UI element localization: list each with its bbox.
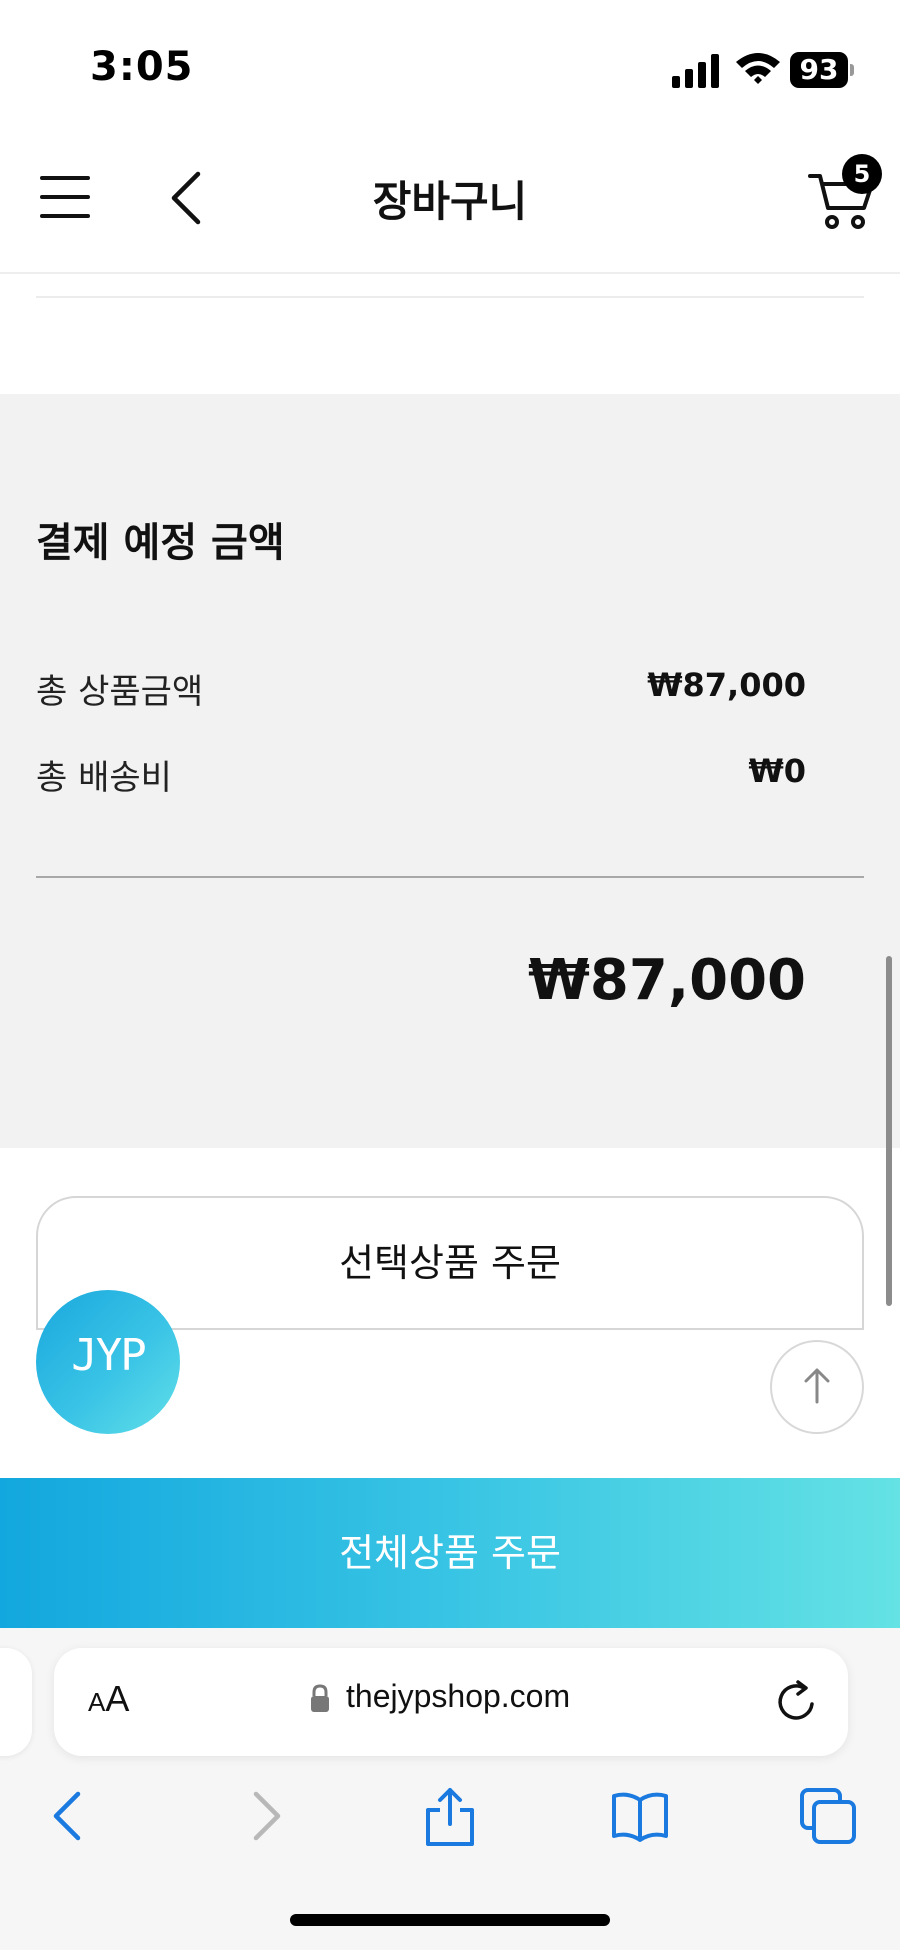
battery-tip: [850, 64, 854, 76]
reload-icon[interactable]: [774, 1678, 820, 1724]
wifi-icon: [736, 53, 780, 84]
previous-tab-peek[interactable]: [0, 1648, 32, 1756]
lock-icon: [311, 1684, 329, 1712]
browser-forward-icon[interactable]: [234, 1786, 294, 1846]
shipping-fee-value: ₩0: [748, 752, 806, 790]
address-bar[interactable]: AA thejypshop.com: [54, 1648, 848, 1756]
arrow-up-icon: [804, 1368, 830, 1404]
jyp-logo: JYP: [71, 1330, 146, 1381]
browser-toolbar: AA thejypshop.com: [0, 1628, 900, 1950]
url-text: thejypshop.com: [346, 1678, 571, 1714]
home-indicator: [290, 1914, 610, 1926]
total-amount-value: ₩87,000: [528, 948, 806, 1013]
cart-count-badge: 5: [842, 154, 882, 194]
battery-level: 93: [790, 52, 848, 88]
browser-back-icon[interactable]: [40, 1786, 100, 1846]
status-time: 3:05: [90, 44, 194, 90]
header: 장바구니 5: [0, 130, 900, 274]
total-product-amount-value: ₩87,000: [647, 666, 806, 704]
tabs-icon[interactable]: [798, 1786, 858, 1846]
summary-divider: [36, 876, 864, 878]
summary-title: 결제 예정 금액: [36, 520, 285, 566]
payment-summary-panel: 결제 예정 금액 총 상품금액 ₩87,000 총 배송비 ₩0 ₩87,000: [0, 394, 900, 1148]
scroll-to-top-button[interactable]: [770, 1340, 864, 1434]
bookmarks-icon[interactable]: [610, 1786, 670, 1846]
total-product-amount-label: 총 상품금액: [36, 672, 204, 712]
shipping-fee-label: 총 배송비: [36, 758, 172, 798]
jyp-floating-button[interactable]: JYP: [36, 1290, 180, 1434]
share-icon[interactable]: [420, 1786, 480, 1846]
divider: [36, 296, 864, 298]
order-all-button[interactable]: 전체상품 주문: [0, 1478, 900, 1628]
scroll-indicator[interactable]: [886, 956, 892, 1306]
order-selected-button[interactable]: 선택상품 주문: [36, 1196, 864, 1330]
battery-icon: 93: [790, 52, 854, 88]
page-title: 장바구니: [372, 177, 528, 226]
cellular-signal-icon: [672, 54, 719, 88]
status-bar: 3:05 93: [0, 0, 900, 130]
reader-text-size-button[interactable]: AA: [88, 1678, 129, 1720]
